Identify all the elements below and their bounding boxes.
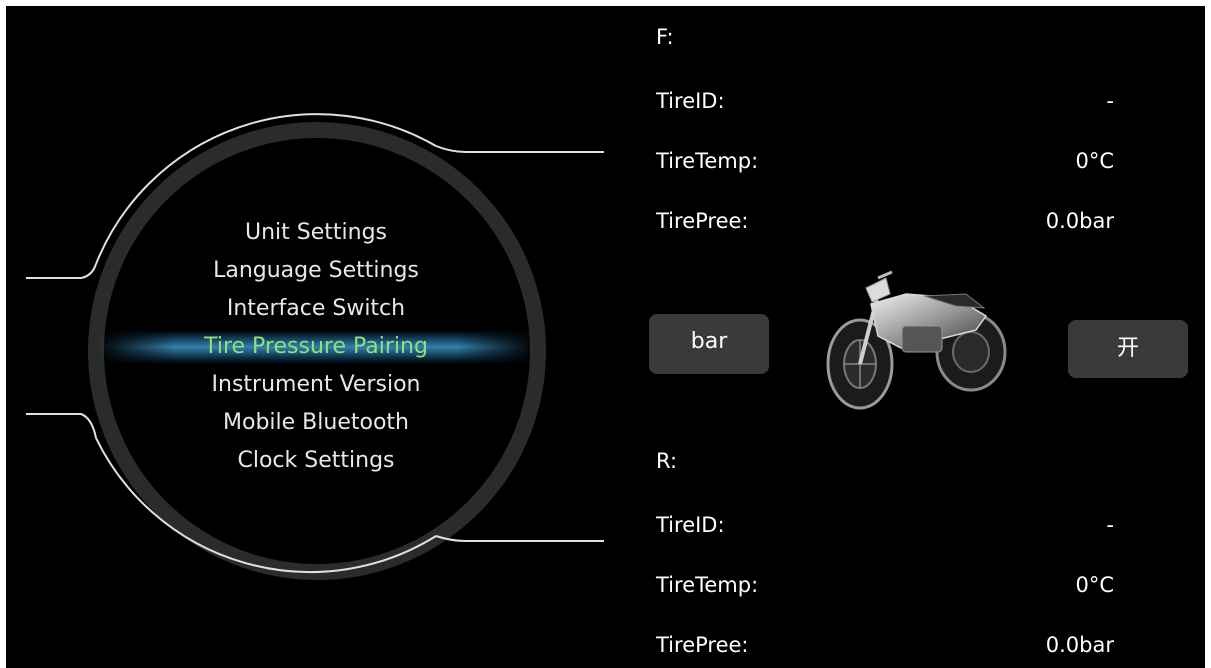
rear-tire-id-row: TireID: -: [656, 510, 1114, 540]
front-tire-id-row: TireID: -: [656, 86, 1114, 116]
rear-tire-pressure-row: TirePree: 0.0bar: [656, 630, 1114, 660]
menu-item-tire-pressure-pairing[interactable]: Tire Pressure Pairing: [126, 328, 506, 366]
front-header-label: F:: [656, 25, 674, 49]
menu-item-language-settings[interactable]: Language Settings: [126, 252, 506, 290]
rear-tire-id-value: -: [1106, 513, 1114, 537]
rear-tire-id-label: TireID:: [656, 513, 725, 537]
menu-item-mobile-bluetooth[interactable]: Mobile Bluetooth: [126, 404, 506, 442]
menu-item-instrument-version[interactable]: Instrument Version: [126, 366, 506, 404]
dashboard-screen: Unit Settings Language Settings Interfac…: [6, 6, 1205, 668]
menu-item-clock-settings[interactable]: Clock Settings: [126, 442, 506, 480]
rear-tire-pressure-label: TirePree:: [656, 633, 749, 657]
front-tire-id-label: TireID:: [656, 89, 725, 113]
rear-tire-temp-label: TireTemp:: [656, 573, 759, 597]
rear-header-label: R:: [656, 449, 678, 473]
front-tire-id-value: -: [1106, 89, 1114, 113]
menu-item-unit-settings[interactable]: Unit Settings: [126, 214, 506, 252]
menu-item-interface-switch[interactable]: Interface Switch: [126, 290, 506, 328]
front-tire-header: F:: [656, 22, 1114, 52]
motorcycle-icon: [826, 270, 1007, 410]
front-tire-temp-label: TireTemp:: [656, 149, 759, 173]
front-tire-pressure-row: TirePree: 0.0bar: [656, 206, 1114, 236]
rear-tire-pressure-value: 0.0bar: [1045, 633, 1114, 657]
rear-tire-temp-row: TireTemp: 0°C: [656, 570, 1114, 600]
tpms-toggle-button[interactable]: 开: [1068, 320, 1188, 378]
rear-tire-header: R:: [656, 446, 1114, 476]
settings-menu: Unit Settings Language Settings Interfac…: [126, 214, 506, 480]
front-tire-pressure-value: 0.0bar: [1045, 209, 1114, 233]
pressure-unit-button[interactable]: bar: [649, 314, 769, 374]
front-tire-temp-row: TireTemp: 0°C: [656, 146, 1114, 176]
front-tire-temp-value: 0°C: [1075, 149, 1114, 173]
rear-tire-temp-value: 0°C: [1075, 573, 1114, 597]
front-tire-pressure-label: TirePree:: [656, 209, 749, 233]
